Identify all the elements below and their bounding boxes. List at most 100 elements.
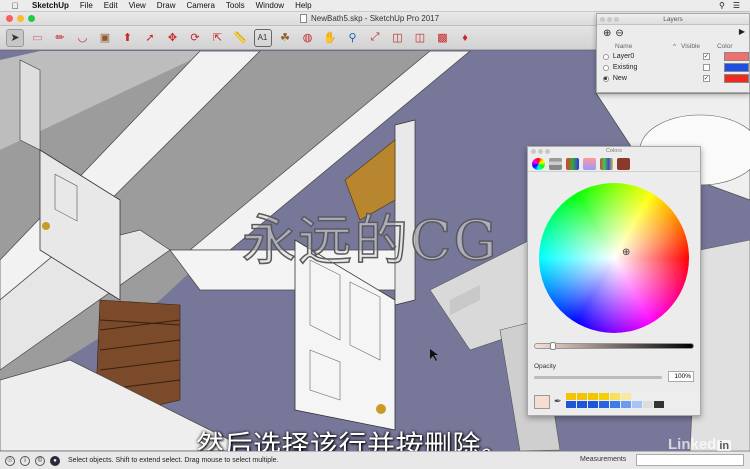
layer-row[interactable]: Existing	[597, 62, 749, 73]
visible-checkbox[interactable]	[702, 64, 710, 71]
window-controls	[6, 15, 35, 22]
image-palettes-tab-icon[interactable]	[583, 157, 596, 170]
window-title-text: NewBath5.skp - SketchUp Pro 2017	[311, 14, 440, 23]
follow-me-icon[interactable]: ➚	[141, 29, 159, 47]
opacity-value-field[interactable]: 100%	[668, 371, 694, 382]
window-title: NewBath5.skp - SketchUp Pro 2017	[300, 14, 439, 23]
menu-edit[interactable]: Edit	[104, 1, 118, 10]
menu-draw[interactable]: Draw	[157, 1, 176, 10]
color-favorites-palette[interactable]	[566, 393, 697, 408]
menu-window[interactable]: Window	[256, 1, 284, 10]
layer-name[interactable]: Layer0	[613, 53, 675, 60]
main-toolbar: ➤ ▭ ✏ ◡ ▣ ⬆ ➚ ✥ ⟳ ⇱ 📏 A1 ☘ ◍ ✋ ⚲ ⤢ ◫ ◫ ▩…	[0, 26, 596, 50]
opacity-label: Opacity	[534, 363, 557, 370]
geo-location-icon[interactable]: ☉	[5, 455, 15, 466]
text-icon[interactable]: A1	[253, 28, 272, 47]
crayon-box-tab-icon[interactable]	[617, 157, 630, 170]
search-icon[interactable]: ⚲	[719, 1, 725, 10]
measurements-label: Measurements	[580, 456, 627, 463]
sort-chevron-icon[interactable]: ^	[673, 43, 681, 50]
color-palettes-tab-icon[interactable]	[566, 157, 579, 170]
zoom-icon[interactable]: ⚲	[344, 29, 362, 47]
current-layer-radio[interactable]	[603, 53, 609, 60]
notification-list-icon[interactable]: ☰	[733, 1, 740, 10]
layers-panel: Layers ⊕ ⊖ ▶ Name ^ Visible Color Layer0…	[596, 13, 750, 93]
panel-window-controls	[600, 17, 619, 22]
color-wheel[interactable]	[539, 183, 689, 333]
menu-help[interactable]: Help	[295, 1, 311, 10]
layout-icon[interactable]: ▩	[434, 29, 452, 47]
menu-file[interactable]: File	[80, 1, 93, 10]
rectangle-icon[interactable]: ▣	[96, 29, 114, 47]
menu-tools[interactable]: Tools	[226, 1, 245, 10]
layer-row[interactable]: Layer0 ✓	[597, 51, 749, 62]
pan-icon[interactable]: ✋	[321, 29, 339, 47]
layers-panel-title-bar[interactable]: Layers	[597, 14, 749, 25]
layer-name[interactable]: New	[613, 75, 675, 82]
pencils-tab-icon[interactable]	[600, 157, 613, 170]
scale-icon[interactable]: ⇱	[209, 29, 227, 47]
colors-panel-title-bar[interactable]: Colors	[528, 147, 700, 156]
instructor-icon[interactable]: ●	[50, 455, 60, 466]
panel-zoom-button[interactable]	[545, 149, 550, 154]
brightness-slider[interactable]	[534, 343, 694, 349]
color-sliders-tab-icon[interactable]	[549, 157, 562, 170]
add-layer-icon[interactable]: ⊕	[603, 28, 611, 39]
menu-app[interactable]: SketchUp	[32, 1, 69, 10]
push-pull-icon[interactable]: ⬆	[119, 29, 137, 47]
zoom-extents-icon[interactable]: ⤢	[366, 29, 384, 47]
minimize-window-button[interactable]	[17, 15, 24, 22]
status-hint: Select objects. Shift to extend select. …	[68, 457, 279, 464]
opacity-slider[interactable]	[534, 376, 662, 379]
color-mode-tabs	[528, 156, 700, 172]
panel-zoom-button[interactable]	[614, 17, 619, 22]
layer-color-swatch[interactable]	[723, 52, 749, 61]
layer-name[interactable]: Existing	[613, 64, 675, 71]
eraser-icon[interactable]: ▭	[29, 29, 47, 47]
layer-color-swatch[interactable]	[723, 74, 749, 83]
brightness-slider-handle[interactable]	[550, 342, 556, 350]
panel-minimize-button[interactable]	[538, 149, 543, 154]
close-window-button[interactable]	[6, 15, 13, 22]
color-wheel-tab-icon[interactable]	[532, 157, 545, 170]
menu-bar:  SketchUp File Edit View Draw Camera To…	[0, 0, 750, 12]
status-bar: ☉ i © ● Select objects. Shift to extend …	[0, 451, 750, 469]
panel-close-button[interactable]	[531, 149, 536, 154]
header-visible[interactable]: Visible	[681, 43, 717, 50]
panel-minimize-button[interactable]	[607, 17, 612, 22]
tape-measure-icon[interactable]: 📏	[231, 29, 249, 47]
ruby-icon[interactable]: ♦	[456, 29, 474, 47]
header-name[interactable]: Name	[615, 43, 673, 50]
delete-layer-icon[interactable]: ⊖	[615, 28, 623, 39]
visible-checkbox[interactable]: ✓	[702, 75, 710, 82]
panel-window-controls	[531, 149, 550, 154]
move-icon[interactable]: ✥	[164, 29, 182, 47]
header-color[interactable]: Color	[717, 43, 733, 50]
visible-checkbox[interactable]: ✓	[702, 53, 710, 60]
menu-view[interactable]: View	[129, 1, 146, 10]
layer-color-swatch[interactable]	[723, 63, 749, 72]
zoom-window-button[interactable]	[28, 15, 35, 22]
details-arrow-icon[interactable]: ▶	[739, 27, 745, 36]
layer-row[interactable]: New ✓	[597, 73, 749, 84]
current-layer-radio[interactable]	[603, 64, 609, 71]
3d-warehouse-icon[interactable]: ◫	[389, 29, 407, 47]
info-icon[interactable]: i	[20, 455, 30, 466]
orbit-icon[interactable]: ◍	[299, 29, 317, 47]
eyedropper-icon[interactable]: ✒	[554, 396, 562, 407]
menu-camera[interactable]: Camera	[186, 1, 214, 10]
extension-warehouse-icon[interactable]: ◫	[411, 29, 429, 47]
apple-menu-icon[interactable]: 	[8, 1, 22, 11]
current-layer-radio[interactable]	[603, 75, 609, 82]
paint-bucket-icon[interactable]: ☘	[276, 29, 294, 47]
panel-close-button[interactable]	[600, 17, 605, 22]
arc-icon[interactable]: ◡	[74, 29, 92, 47]
layers-tools: ⊕ ⊖ ▶	[597, 25, 749, 41]
measurements-input[interactable]	[636, 454, 744, 466]
line-icon[interactable]: ✏	[51, 29, 69, 47]
current-color-swatch[interactable]	[534, 395, 550, 409]
color-wheel-crosshair-icon[interactable]: ⊕	[622, 247, 630, 258]
credits-icon[interactable]: ©	[35, 455, 45, 466]
rotate-icon[interactable]: ⟳	[186, 29, 204, 47]
select-icon[interactable]: ➤	[6, 28, 24, 47]
